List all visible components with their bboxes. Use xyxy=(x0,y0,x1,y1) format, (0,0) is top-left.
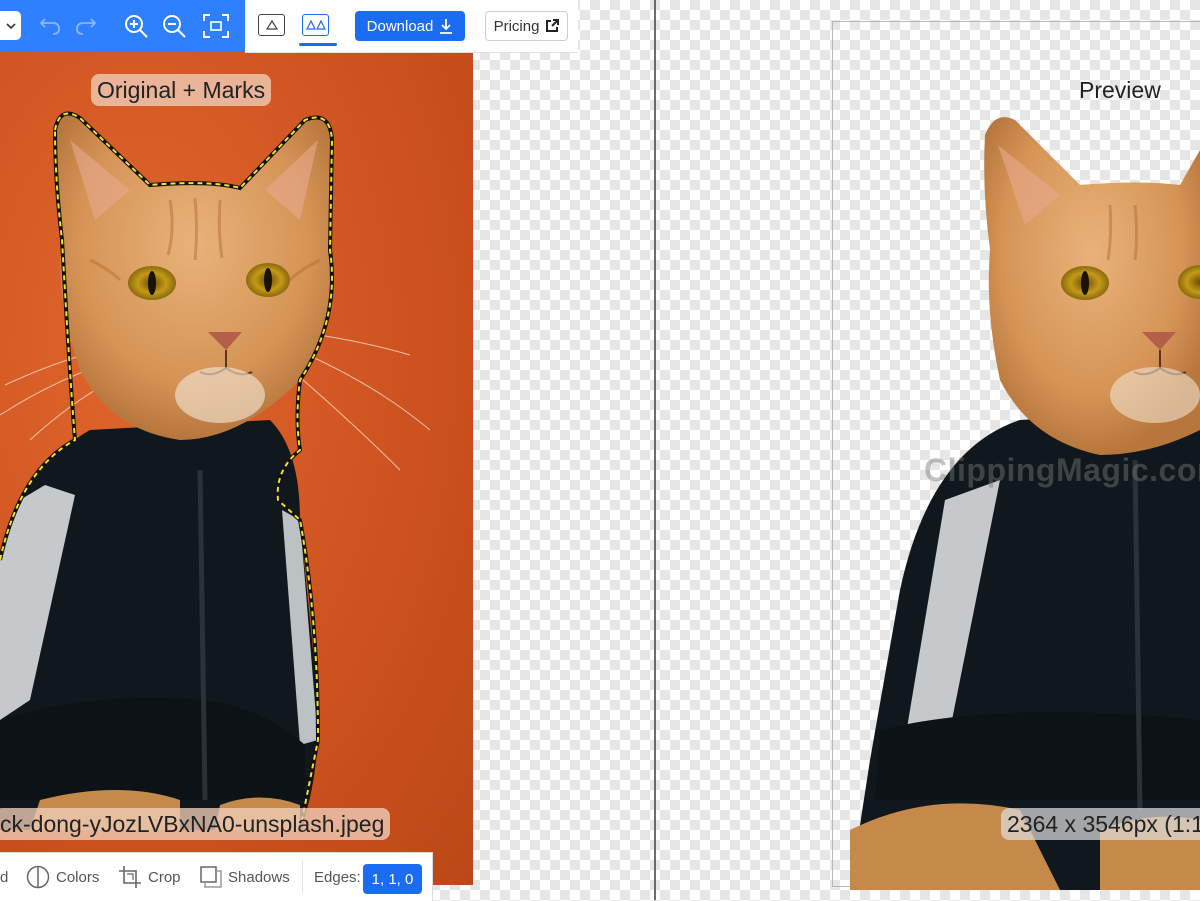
crop-button[interactable]: Crop xyxy=(118,853,181,901)
pricing-button-label: Pricing xyxy=(493,17,540,35)
crop-icon xyxy=(119,866,141,888)
background-button-label: d xyxy=(0,868,9,886)
edges-label: Edges: xyxy=(314,853,361,901)
single-view-icon xyxy=(265,20,278,30)
active-view-indicator xyxy=(299,43,337,46)
zoom-out-icon xyxy=(163,15,186,38)
preview-cat-cutout xyxy=(850,117,1200,890)
original-panel-title: Original + Marks xyxy=(91,74,272,106)
edges-value-button[interactable]: 1, 1, 0 xyxy=(363,864,422,894)
crop-button-label: Crop xyxy=(148,868,181,886)
dual-view-icon xyxy=(305,20,326,30)
filename-label: ck-dong-yJozLVBxNA0-unsplash.jpeg xyxy=(0,808,391,840)
chevron-down-icon xyxy=(5,22,16,29)
download-button[interactable]: Download xyxy=(355,11,465,41)
panel-divider[interactable] xyxy=(654,0,656,900)
fit-screen-button[interactable] xyxy=(200,11,232,41)
pricing-button[interactable]: Pricing xyxy=(485,11,568,41)
external-link-icon xyxy=(546,19,560,32)
edges-label-text: Edges: xyxy=(314,868,361,886)
menu-dropdown-button[interactable] xyxy=(0,11,21,40)
single-view-button[interactable] xyxy=(258,14,285,36)
zoom-in-button[interactable] xyxy=(121,11,151,41)
dimensions-label: 2364 x 3546px (1:1 xyxy=(1001,808,1200,840)
zoom-in-icon xyxy=(125,15,148,38)
toolbar-primary xyxy=(0,0,245,52)
fit-screen-icon xyxy=(203,14,229,38)
zoom-out-button[interactable] xyxy=(159,11,189,41)
cat-photo xyxy=(0,111,431,831)
undo-button[interactable] xyxy=(36,13,64,39)
toolbar-divider xyxy=(302,861,303,893)
redo-button[interactable] xyxy=(72,13,100,39)
download-button-label: Download xyxy=(366,17,434,35)
undo-icon xyxy=(39,18,60,35)
colors-button[interactable]: Colors xyxy=(26,853,99,901)
original-image-canvas[interactable] xyxy=(0,52,473,885)
preview-panel-title: Preview xyxy=(1079,77,1161,103)
download-icon xyxy=(440,19,453,34)
shadows-button[interactable]: Shadows xyxy=(200,853,290,901)
colors-button-label: Colors xyxy=(56,868,100,886)
colors-icon xyxy=(26,865,50,889)
background-button[interactable]: d xyxy=(0,853,8,901)
dual-view-button[interactable] xyxy=(302,14,329,36)
shadows-button-label: Shadows xyxy=(228,868,290,886)
redo-icon xyxy=(76,18,97,35)
shadows-icon xyxy=(200,866,222,888)
watermark-text: ClippingMagic.com xyxy=(924,452,1200,488)
